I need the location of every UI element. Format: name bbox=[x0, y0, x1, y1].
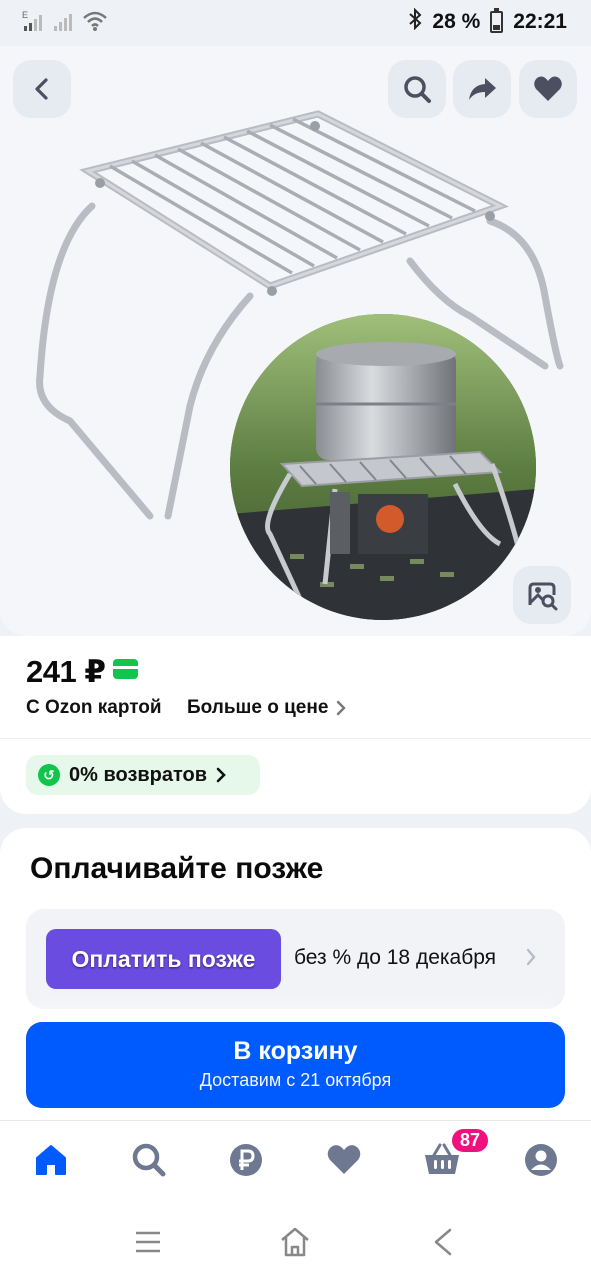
signal-icon bbox=[54, 10, 74, 37]
bluetooth-icon bbox=[408, 7, 422, 36]
nav-profile[interactable] bbox=[519, 1138, 563, 1182]
system-back-button[interactable] bbox=[423, 1222, 463, 1262]
chevron-right-icon bbox=[526, 946, 536, 972]
recent-apps-icon bbox=[136, 1231, 160, 1253]
wifi-icon bbox=[82, 10, 108, 37]
ozon-card-icon bbox=[113, 659, 138, 679]
add-to-cart-label: В корзину bbox=[233, 1037, 358, 1065]
returns-chip[interactable]: ↺ 0% возвратов bbox=[26, 755, 260, 795]
search-icon bbox=[132, 1143, 166, 1177]
home-icon bbox=[281, 1227, 309, 1257]
clock: 22:21 bbox=[513, 10, 567, 33]
chevron-right-icon bbox=[216, 767, 226, 783]
delivery-date: Доставим с 21 октября bbox=[199, 1070, 392, 1090]
nav-home[interactable] bbox=[29, 1138, 73, 1182]
battery-percent: 28 % bbox=[432, 10, 481, 33]
more-price-label: Больше о цене bbox=[187, 697, 329, 718]
price-value: 241 ₽ bbox=[26, 654, 106, 689]
pay-later-title: Оплачивайте позже bbox=[30, 852, 324, 885]
image-search-button[interactable] bbox=[513, 566, 571, 624]
cart-count-badge: 87 bbox=[450, 1127, 490, 1154]
share-button[interactable] bbox=[453, 60, 511, 118]
pay-later-terms: без % до 18 декабря bbox=[294, 946, 497, 969]
status-bar: E 28 % 22:21 bbox=[0, 0, 591, 46]
svg-text:E: E bbox=[22, 10, 28, 20]
share-icon bbox=[469, 78, 496, 100]
heart-icon bbox=[534, 76, 562, 101]
battery-icon bbox=[490, 8, 504, 33]
heart-icon bbox=[327, 1145, 361, 1174]
product-gallery[interactable] bbox=[0, 46, 591, 636]
ruble-icon bbox=[230, 1144, 262, 1176]
more-price-link[interactable]: Больше о цене bbox=[187, 697, 347, 719]
ozon-card-label: С Ozon картой bbox=[26, 697, 162, 718]
back-button[interactable] bbox=[13, 60, 71, 118]
signal-icon: E bbox=[22, 10, 46, 37]
system-home-button[interactable] bbox=[275, 1222, 315, 1262]
search-icon bbox=[404, 76, 431, 103]
add-to-cart-button[interactable]: В корзину Доставим с 21 октября bbox=[26, 1022, 565, 1108]
back-icon bbox=[434, 1228, 452, 1256]
recent-apps-button[interactable] bbox=[128, 1222, 168, 1262]
back-icon bbox=[35, 78, 48, 100]
search-button[interactable] bbox=[388, 60, 446, 118]
profile-icon bbox=[525, 1144, 557, 1176]
divider bbox=[0, 738, 591, 739]
nav-favorites[interactable] bbox=[322, 1138, 366, 1182]
return-icon: ↺ bbox=[38, 764, 60, 786]
home-icon bbox=[36, 1145, 66, 1175]
chevron-right-icon bbox=[337, 700, 347, 716]
bottom-nav bbox=[0, 1120, 591, 1206]
pay-later-button[interactable]: Оплатить позже bbox=[46, 929, 281, 989]
inset-photo bbox=[230, 314, 536, 620]
nav-search[interactable] bbox=[127, 1138, 171, 1182]
favorite-button[interactable] bbox=[519, 60, 577, 118]
returns-label: 0% возвратов bbox=[69, 763, 208, 786]
image-search-icon bbox=[528, 582, 558, 611]
nav-finance[interactable] bbox=[224, 1138, 268, 1182]
